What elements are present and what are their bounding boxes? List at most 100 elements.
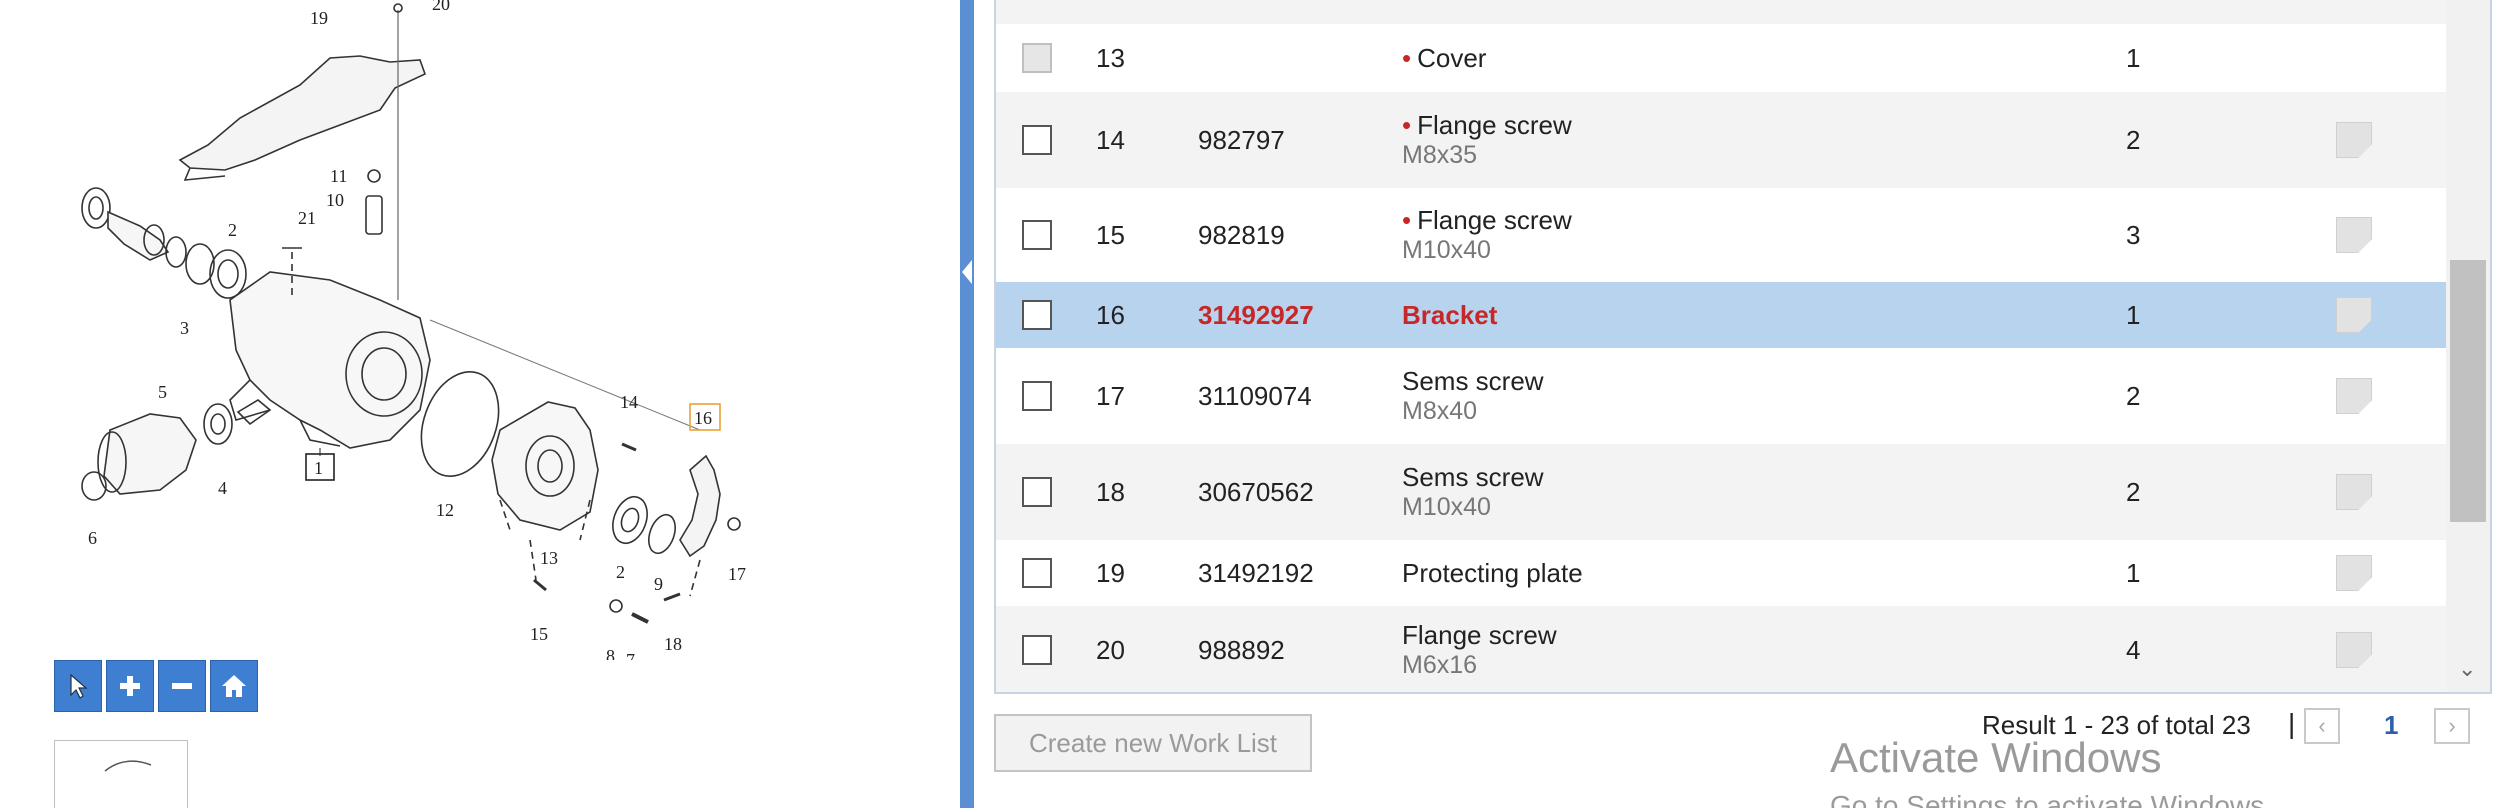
- callout-8[interactable]: 8: [606, 646, 615, 660]
- cursor-icon: [70, 673, 88, 699]
- callout-6[interactable]: 6: [88, 528, 97, 548]
- table-row[interactable]: 19 31492192 Protecting plate 1: [996, 540, 2446, 606]
- select-tool-button[interactable]: [54, 660, 102, 712]
- position-cell: 16: [1096, 299, 1125, 330]
- row-checkbox[interactable]: [1022, 43, 1052, 73]
- callout-11[interactable]: 11: [330, 166, 347, 186]
- callout-13[interactable]: 13: [540, 548, 558, 568]
- row-checkbox[interactable]: [1022, 220, 1052, 250]
- bullet-icon: •: [1402, 43, 1412, 73]
- position-cell: 17: [1096, 380, 1125, 411]
- callout-18[interactable]: 18: [664, 634, 682, 654]
- description-cell: Flange screw M6x16: [1402, 620, 1557, 679]
- minus-icon: [172, 683, 192, 689]
- note-icon[interactable]: [2336, 217, 2372, 253]
- create-work-list-button[interactable]: Create new Work List: [994, 714, 1312, 772]
- note-icon[interactable]: [2336, 297, 2372, 333]
- quantity-cell: 1: [2126, 42, 2141, 73]
- position-cell: 19: [1096, 557, 1125, 588]
- quantity-cell: 2: [2126, 124, 2141, 155]
- callout-2b[interactable]: 2: [616, 562, 625, 582]
- part-number-cell[interactable]: 988892: [1198, 635, 1285, 666]
- callout-16[interactable]: 16: [694, 408, 712, 428]
- table-row[interactable]: 13 • Cover 1: [996, 24, 2446, 92]
- app-window: 19 20 11 10 21 2 3 5 4 6 1 14 16 12 13 2…: [0, 0, 2500, 808]
- row-checkbox[interactable]: [1022, 300, 1052, 330]
- callout-9[interactable]: 9: [654, 574, 663, 594]
- part-number-cell[interactable]: 31492927: [1198, 300, 1314, 331]
- note-icon[interactable]: [2336, 632, 2372, 668]
- row-checkbox[interactable]: [1022, 558, 1052, 588]
- part-number-cell[interactable]: 31492192: [1198, 558, 1314, 589]
- collapse-left-icon[interactable]: [962, 260, 972, 284]
- description-cell: Sems screw M10x40: [1402, 462, 1544, 521]
- position-cell: 18: [1096, 476, 1125, 507]
- note-icon[interactable]: [2336, 378, 2372, 414]
- current-page-number[interactable]: 1: [2384, 710, 2398, 741]
- part-number-cell[interactable]: 31109074: [1198, 381, 1312, 412]
- row-checkbox[interactable]: [1022, 125, 1052, 155]
- note-icon[interactable]: [2336, 474, 2372, 510]
- activation-watermark-subtitle: Go to Settings to activate Windows.: [1830, 790, 2272, 808]
- row-checkbox[interactable]: [1022, 381, 1052, 411]
- pane-splitter[interactable]: [960, 0, 974, 808]
- exploded-view-pane: 19 20 11 10 21 2 3 5 4 6 1 14 16 12 13 2…: [0, 0, 960, 808]
- previous-page-button[interactable]: ‹: [2304, 708, 2340, 744]
- quantity-cell: 1: [2126, 557, 2141, 588]
- table-row[interactable]: 18 30670562 Sems screw M10x40 2: [996, 444, 2446, 540]
- scroll-down-icon[interactable]: ⌄: [2458, 656, 2476, 682]
- table-row[interactable]: [996, 0, 2446, 24]
- callout-3[interactable]: 3: [180, 318, 189, 338]
- callout-17[interactable]: 17: [728, 564, 746, 584]
- pager-separator: |: [2288, 708, 2296, 739]
- description-cell: • Flange screw M10x40: [1402, 205, 1572, 264]
- zoom-in-button[interactable]: [106, 660, 154, 712]
- next-page-button[interactable]: ›: [2434, 708, 2470, 744]
- callout-15[interactable]: 15: [530, 624, 548, 644]
- quantity-cell: 3: [2126, 219, 2141, 250]
- description-cell: • Flange screw M8x35: [1402, 110, 1572, 169]
- quantity-cell: 1: [2126, 299, 2141, 330]
- callout-1[interactable]: 1: [314, 458, 323, 478]
- note-icon[interactable]: [2336, 555, 2372, 591]
- table-row[interactable]: 20 988892 Flange screw M6x16 4: [996, 606, 2446, 692]
- position-cell: 15: [1096, 219, 1125, 250]
- home-icon: [222, 675, 246, 697]
- callout-14[interactable]: 14: [620, 392, 638, 412]
- chevron-left-icon: ‹: [2318, 713, 2326, 738]
- scrollbar-thumb[interactable]: [2450, 260, 2486, 522]
- note-icon[interactable]: [2336, 122, 2372, 158]
- plus-icon: [120, 676, 140, 696]
- part-number-cell[interactable]: 30670562: [1198, 477, 1314, 508]
- exploded-parts-diagram[interactable]: 19 20 11 10 21 2 3 5 4 6 1 14 16 12 13 2…: [0, 0, 960, 660]
- position-cell: 20: [1096, 634, 1125, 665]
- parts-table: 13 • Cover 1 14 982797 • Flange screw M8x35…: [994, 0, 2492, 694]
- reset-view-button[interactable]: [210, 660, 258, 712]
- row-checkbox[interactable]: [1022, 477, 1052, 507]
- table-row-selected[interactable]: 16 31492927 Bracket 1: [996, 282, 2446, 348]
- quantity-cell: 4: [2126, 634, 2141, 665]
- activation-watermark-title: Activate Windows: [1830, 734, 2162, 781]
- table-scrollbar[interactable]: ⌄: [2446, 0, 2490, 692]
- callout-12[interactable]: 12: [436, 500, 454, 520]
- bullet-icon: •: [1402, 110, 1412, 140]
- callout-5[interactable]: 5: [158, 382, 167, 402]
- part-number-cell[interactable]: 982797: [1198, 125, 1285, 156]
- description-cell: Bracket: [1402, 300, 1498, 330]
- description-cell: • Cover: [1402, 43, 1487, 73]
- callout-10[interactable]: 10: [326, 190, 344, 210]
- callout-4[interactable]: 4: [218, 478, 227, 498]
- table-row[interactable]: 15 982819 • Flange screw M10x40 3: [996, 188, 2446, 282]
- part-number-cell[interactable]: 982819: [1198, 220, 1285, 251]
- callout-7[interactable]: 7: [626, 650, 635, 660]
- callout-21[interactable]: 21: [298, 208, 316, 228]
- callout-2[interactable]: 2: [228, 220, 237, 240]
- callout-19[interactable]: 19: [310, 8, 328, 28]
- table-row[interactable]: 17 31109074 Sems screw M8x40 2: [996, 348, 2446, 444]
- row-checkbox[interactable]: [1022, 635, 1052, 665]
- zoom-out-button[interactable]: [158, 660, 206, 712]
- diagram-thumbnail[interactable]: [54, 740, 188, 808]
- table-row[interactable]: 14 982797 • Flange screw M8x35 2: [996, 92, 2446, 188]
- quantity-cell: 2: [2126, 476, 2141, 507]
- callout-20[interactable]: 20: [432, 0, 450, 14]
